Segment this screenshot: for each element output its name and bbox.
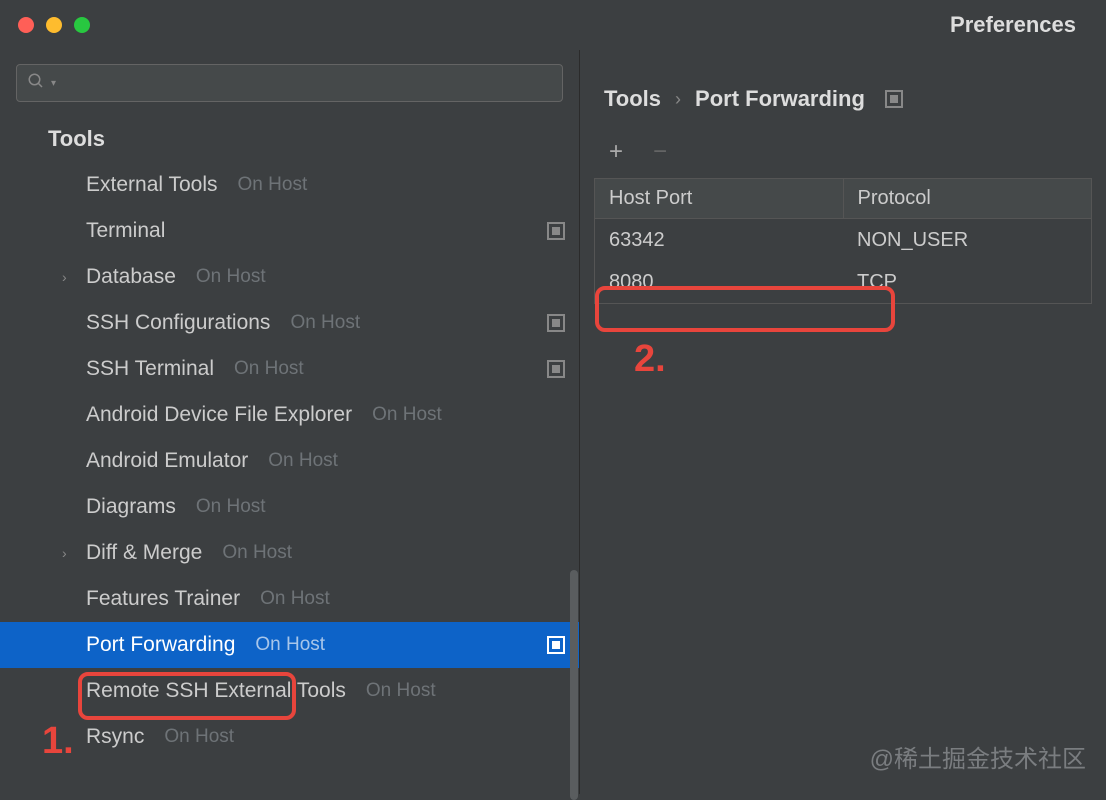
search-input[interactable]: ▾: [16, 64, 563, 102]
titlebar: Preferences: [0, 0, 1106, 50]
column-host-port[interactable]: Host Port: [595, 179, 844, 218]
on-host-hint: On Host: [222, 542, 292, 564]
collapse-icon[interactable]: [885, 90, 903, 108]
main-panel: Tools › Port Forwarding + − Host Port Pr…: [580, 50, 1106, 794]
tree-item-remote-ssh-external-tools[interactable]: Remote SSH External Tools On Host: [0, 668, 579, 714]
tree-category-tools[interactable]: Tools: [0, 116, 579, 162]
tree-item-label: Port Forwarding: [86, 633, 235, 657]
on-host-hint: On Host: [238, 174, 308, 196]
tree-item-label: Android Emulator: [86, 449, 248, 473]
window-title: Preferences: [950, 12, 1076, 38]
tree-item-label: SSH Configurations: [86, 311, 270, 335]
minimize-window-button[interactable]: [46, 17, 62, 33]
on-host-hint: On Host: [268, 450, 338, 472]
collapse-icon[interactable]: [547, 314, 565, 332]
tree-item-diagrams[interactable]: Diagrams On Host: [0, 484, 579, 530]
on-host-hint: On Host: [234, 358, 304, 380]
tree-item-label: Rsync: [86, 725, 144, 749]
tree-item-diff-merge[interactable]: › Diff & Merge On Host: [0, 530, 579, 576]
tree-item-ssh-terminal[interactable]: SSH Terminal On Host: [0, 346, 579, 392]
collapse-icon[interactable]: [547, 636, 565, 654]
on-host-hint: On Host: [260, 588, 330, 610]
table-toolbar: + −: [580, 138, 1106, 178]
on-host-hint: On Host: [196, 496, 266, 518]
on-host-hint: On Host: [290, 312, 360, 334]
close-window-button[interactable]: [18, 17, 34, 33]
tree-item-label: Android Device File Explorer: [86, 403, 352, 427]
column-protocol[interactable]: Protocol: [844, 179, 1092, 218]
scrollbar-track: [569, 180, 579, 794]
add-button[interactable]: +: [604, 138, 628, 166]
tree-item-android-emulator[interactable]: Android Emulator On Host: [0, 438, 579, 484]
search-dropdown-icon[interactable]: ▾: [51, 78, 56, 89]
table-row[interactable]: 8080TCP: [595, 261, 1091, 303]
maximize-window-button[interactable]: [74, 17, 90, 33]
tree-item-terminal[interactable]: Terminal: [0, 208, 579, 254]
tree-item-label: Database: [86, 265, 176, 289]
collapse-icon[interactable]: [547, 360, 565, 378]
table-header: Host Port Protocol: [595, 179, 1091, 219]
breadcrumb-parent[interactable]: Tools: [604, 86, 661, 112]
tree-item-label: Remote SSH External Tools: [86, 679, 346, 703]
settings-tree: Tools External Tools On Host Terminal › Data…: [0, 112, 579, 794]
tree-item-port-forwarding[interactable]: Port Forwarding On Host: [0, 622, 579, 668]
on-host-hint: On Host: [372, 404, 442, 426]
tree-item-ssh-configurations[interactable]: SSH Configurations On Host: [0, 300, 579, 346]
table-row[interactable]: 63342NON_USER: [595, 219, 1091, 261]
search-icon: [27, 72, 45, 95]
tree-item-label: Terminal: [86, 219, 165, 243]
tree-item-database[interactable]: › Database On Host: [0, 254, 579, 300]
tree-item-external-tools[interactable]: External Tools On Host: [0, 162, 579, 208]
on-host-hint: On Host: [164, 726, 234, 748]
traffic-lights: [18, 17, 90, 33]
watermark: @稀土掘金技术社区: [870, 739, 1086, 774]
on-host-hint: On Host: [255, 634, 325, 656]
tree-item-label: Diff & Merge: [86, 541, 202, 565]
cell-host-port: 63342: [595, 219, 843, 261]
tree-item-label: Features Trainer: [86, 587, 240, 611]
on-host-hint: On Host: [196, 266, 266, 288]
chevron-right-icon: ›: [62, 545, 67, 561]
tree-item-android-device-file-explorer[interactable]: Android Device File Explorer On Host: [0, 392, 579, 438]
cell-protocol: NON_USER: [843, 219, 1091, 261]
breadcrumb-current: Port Forwarding: [695, 86, 865, 112]
tree-item-features-trainer[interactable]: Features Trainer On Host: [0, 576, 579, 622]
tree-item-rsync[interactable]: Rsync On Host: [0, 714, 579, 760]
chevron-right-icon: ›: [62, 269, 67, 285]
remove-button[interactable]: −: [648, 138, 672, 166]
cell-protocol: TCP: [843, 261, 1091, 303]
port-forwarding-table: Host Port Protocol 63342NON_USER8080TCP: [594, 178, 1092, 304]
chevron-right-icon: ›: [675, 89, 681, 110]
breadcrumb: Tools › Port Forwarding: [580, 86, 1106, 138]
tree-item-label: SSH Terminal: [86, 357, 214, 381]
tree-item-label: External Tools: [86, 173, 218, 197]
scrollbar-thumb[interactable]: [570, 570, 578, 800]
collapse-icon[interactable]: [547, 222, 565, 240]
cell-host-port: 8080: [595, 261, 843, 303]
tree-item-label: Diagrams: [86, 495, 176, 519]
on-host-hint: On Host: [366, 680, 436, 702]
sidebar: ▾ Tools External Tools On Host Terminal › Da…: [0, 50, 580, 794]
